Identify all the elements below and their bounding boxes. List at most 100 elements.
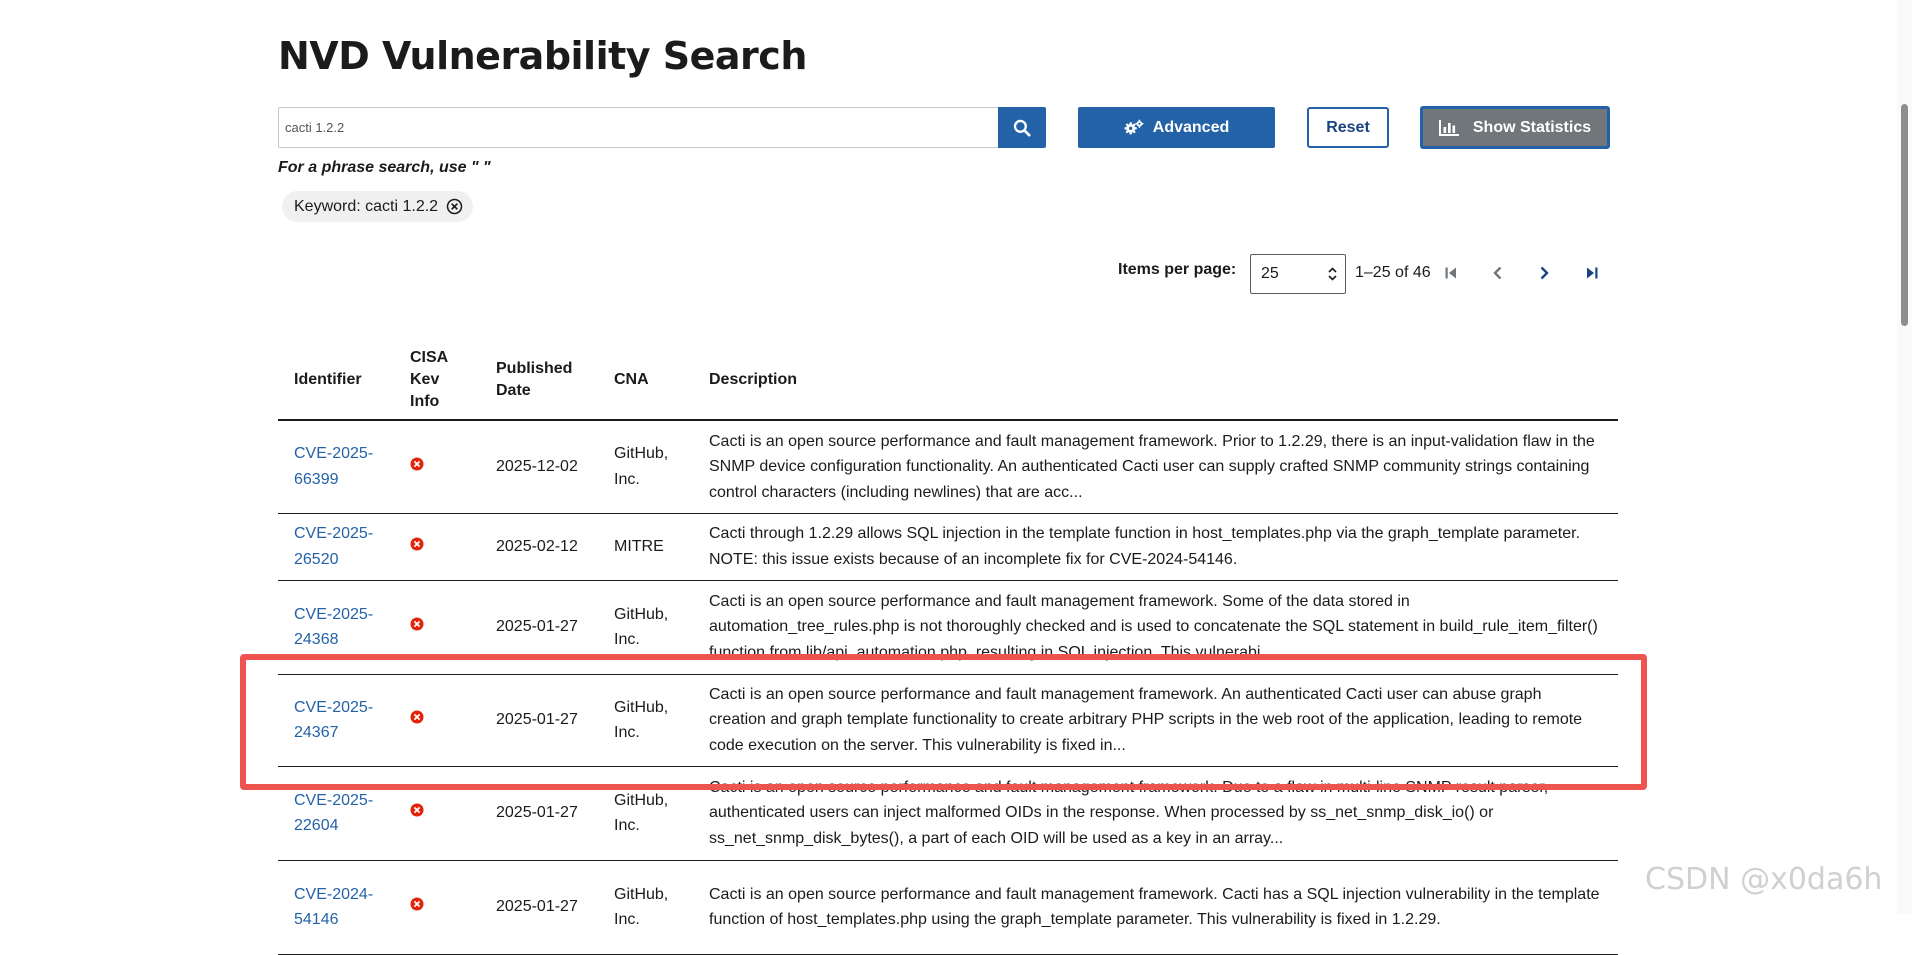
next-page-button[interactable] [1533, 262, 1555, 284]
kev-cell [394, 420, 480, 514]
published-date: 2025-01-27 [480, 766, 598, 861]
header-published-date: Published Date [480, 340, 598, 421]
page-title: NVD Vulnerability Search [278, 34, 807, 78]
items-per-page-select[interactable]: 25 [1250, 254, 1346, 294]
next-page-icon [1540, 266, 1549, 280]
keyword-filter-label: Keyword: cacti 1.2.2 [294, 197, 439, 215]
cna-part: Inc. [614, 817, 640, 834]
search-input[interactable] [278, 107, 998, 148]
kev-cell [394, 860, 480, 955]
table-row: CVE-2025- 66399 2025-12-02 GitHub, Inc. Ca… [278, 420, 1618, 514]
prev-page-icon [1493, 266, 1502, 280]
description-cell: Cacti is an open source performance and … [693, 766, 1618, 861]
first-page-icon [1445, 267, 1456, 279]
not-kev-icon [410, 537, 424, 551]
description-cell: Cacti is an open source performance and … [693, 420, 1618, 514]
published-date: 2025-01-27 [480, 580, 598, 675]
description-text: Cacti is an open source performance and … [709, 778, 1549, 847]
published-date: 2025-02-12 [480, 513, 598, 581]
close-circle-icon[interactable] [446, 198, 463, 215]
cve-link[interactable]: CVE-2025- 24368 [294, 606, 373, 649]
kev-cell [394, 674, 480, 767]
description-cell: Cacti is an open source performance and … [693, 674, 1618, 767]
header-kev-line: Info [410, 392, 440, 410]
kev-cell [394, 580, 480, 675]
cna-part: Inc. [614, 724, 640, 741]
header-cisa-kev: CISA Kev Info [394, 340, 480, 421]
cna-cell: GitHub, Inc. [598, 580, 693, 675]
published-date: 2025-01-27 [480, 674, 598, 767]
description-text: Cacti is an open source performance and … [709, 432, 1595, 501]
published-date: 2025-01-27 [480, 860, 598, 955]
not-kev-icon [410, 617, 424, 631]
cve-id-part: 24367 [294, 724, 339, 741]
description-text: Cacti is an open source performance and … [709, 885, 1600, 929]
cna-part: GitHub, [614, 791, 669, 809]
results-table: Identifier CISA Kev Info Published Date … [278, 340, 1618, 955]
cna-cell: MITRE [598, 513, 693, 581]
description-text: Cacti through 1.2.29 allows SQL injectio… [709, 525, 1581, 568]
chevron-updown-icon [1328, 267, 1337, 281]
cve-link[interactable]: CVE-2025- 66399 [294, 445, 373, 488]
not-kev-icon [410, 457, 424, 471]
advanced-label: Advanced [1152, 118, 1230, 136]
header-date-line: Date [496, 381, 531, 399]
cna-part: GitHub, [614, 698, 669, 716]
cve-link[interactable]: CVE-2024- 54146 [294, 886, 373, 929]
kev-cell [394, 766, 480, 861]
cna-cell: GitHub, Inc. [598, 766, 693, 861]
description-cell: Cacti through 1.2.29 allows SQL injectio… [693, 513, 1618, 581]
header-kev-line: CISA [410, 348, 449, 366]
keyword-filter-chip: Keyword: cacti 1.2.2 [282, 191, 474, 222]
search-icon [1013, 119, 1031, 137]
cve-id-part: 66399 [294, 470, 339, 488]
cve-id-part: CVE-2025- [294, 525, 374, 542]
cna-part: GitHub, [614, 885, 669, 903]
show-statistics-button[interactable]: Show Statistics [1420, 106, 1610, 149]
first-page-button[interactable] [1440, 262, 1462, 284]
cve-id-cell: CVE-2025- 26520 [278, 513, 394, 581]
cve-id-cell: CVE-2025- 24367 [278, 674, 394, 767]
cna-part: GitHub, [614, 605, 669, 623]
last-page-icon [1587, 267, 1598, 279]
last-page-button[interactable] [1581, 262, 1603, 284]
items-per-page-value: 25 [1261, 265, 1279, 282]
search-button[interactable] [998, 107, 1046, 148]
kev-cell [394, 513, 480, 581]
cve-id-part: CVE-2025- [294, 445, 374, 463]
bar-chart-icon [1438, 119, 1459, 136]
cve-id-part: 26520 [294, 550, 339, 568]
cve-id-cell: CVE-2025- 66399 [278, 420, 394, 514]
scrollbar-thumb[interactable] [1901, 104, 1908, 326]
prev-page-button[interactable] [1487, 262, 1509, 284]
table-header-row: Identifier CISA Kev Info Published Date … [278, 340, 1618, 421]
cna-part: GitHub, [614, 445, 669, 463]
header-identifier: Identifier [278, 340, 394, 421]
header-kev-line: Kev [410, 370, 440, 388]
phrase-search-hint: For a phrase search, use " " [278, 159, 491, 176]
table-row: CVE-2025- 24367 2025-01-27 GitHub, Inc. Ca… [278, 674, 1618, 767]
cve-id-part: CVE-2025- [294, 791, 374, 809]
header-date-line: Published [496, 359, 573, 377]
cve-link[interactable]: CVE-2025- 24367 [294, 699, 373, 742]
cna-part: Inc. [614, 631, 640, 648]
cve-link[interactable]: CVE-2025- 26520 [294, 525, 373, 568]
cna-cell: GitHub, Inc. [598, 420, 693, 514]
advanced-button[interactable]: Advanced [1078, 107, 1275, 148]
reset-button[interactable]: Reset [1307, 107, 1389, 148]
table-row: CVE-2025- 26520 2025-02-12 MITRE Cacti th… [278, 513, 1618, 581]
cve-id-part: CVE-2024- [294, 885, 374, 903]
cve-id-part: 24368 [294, 631, 339, 648]
cve-id-cell: CVE-2025- 22604 [278, 766, 394, 861]
description-cell: Cacti is an open source performance and … [693, 580, 1618, 675]
cve-id-part: CVE-2025- [294, 698, 374, 716]
header-cna: CNA [598, 340, 693, 421]
cve-id-cell: CVE-2024- 54146 [278, 860, 394, 955]
pagination-range: 1–25 of 46 [1355, 264, 1431, 281]
cna-cell: GitHub, Inc. [598, 674, 693, 767]
table-row: CVE-2025- 22604 2025-01-27 GitHub, Inc. Ca… [278, 766, 1618, 861]
cve-id-part: 22604 [294, 817, 339, 834]
watermark: CSDN @x0da6h [1645, 862, 1883, 897]
cve-link[interactable]: CVE-2025- 22604 [294, 792, 373, 835]
not-kev-icon [410, 803, 424, 817]
